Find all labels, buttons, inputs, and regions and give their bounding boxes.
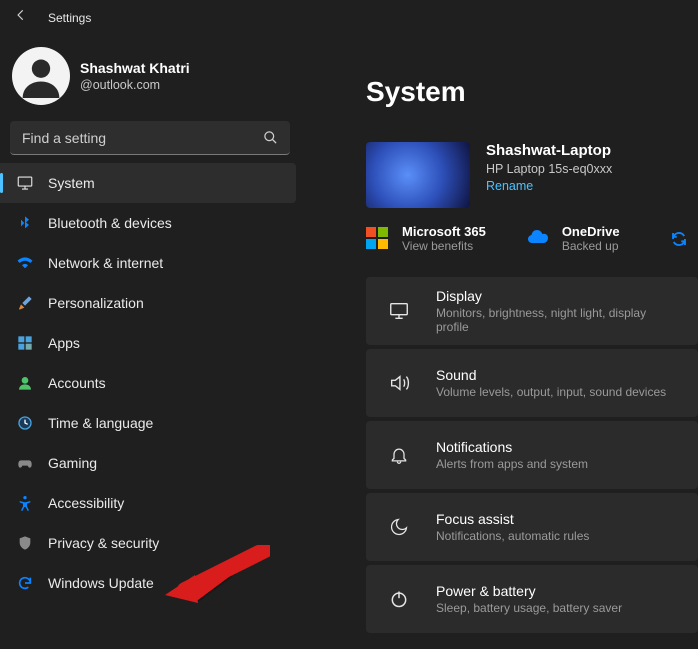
account-title: OneDrive	[562, 224, 620, 239]
wifi-icon	[16, 254, 34, 272]
search-box[interactable]	[10, 121, 290, 155]
card-sub: Notifications, automatic rules	[436, 529, 589, 543]
card-title: Notifications	[436, 439, 588, 455]
sidebar-item-apps[interactable]: Apps	[4, 323, 296, 363]
card-sub: Sleep, battery usage, battery saver	[436, 601, 622, 615]
system-icon	[16, 174, 34, 192]
sidebar-item-privacy[interactable]: Privacy & security	[4, 523, 296, 563]
avatar	[12, 47, 70, 105]
moon-icon	[388, 516, 410, 538]
sidebar-item-label: Apps	[48, 335, 80, 351]
search-icon	[263, 130, 278, 145]
card-sub: Monitors, brightness, night light, displ…	[436, 306, 676, 334]
sidebar-item-label: Accounts	[48, 375, 106, 391]
profile-email: @outlook.com	[80, 78, 190, 92]
setting-display[interactable]: Display Monitors, brightness, night light…	[366, 277, 698, 345]
sidebar-nav: System Bluetooth & devices Network & int…	[0, 163, 300, 603]
profile-name: Shashwat Khatri	[80, 60, 190, 76]
update-icon	[16, 574, 34, 592]
sidebar-item-accessibility[interactable]: Accessibility	[4, 483, 296, 523]
account-icon	[16, 374, 34, 392]
accounts-row: Microsoft 365 View benefits OneDrive Bac…	[366, 224, 698, 253]
sidebar-item-label: Accessibility	[48, 495, 124, 511]
back-icon[interactable]	[14, 8, 28, 27]
sidebar-item-label: Personalization	[48, 295, 144, 311]
device-model: HP Laptop 15s-eq0xxx	[486, 162, 612, 176]
device-block: Shashwat-Laptop HP Laptop 15s-eq0xxx Ren…	[366, 142, 698, 208]
sidebar-item-gaming[interactable]: Gaming	[4, 443, 296, 483]
account-onedrive[interactable]: OneDrive Backed up	[526, 224, 620, 253]
apps-icon	[16, 334, 34, 352]
card-sub: Volume levels, output, input, sound devi…	[436, 385, 666, 399]
settings-list: Display Monitors, brightness, night light…	[366, 277, 698, 633]
sidebar-item-accounts[interactable]: Accounts	[4, 363, 296, 403]
sidebar-item-system[interactable]: System	[0, 163, 296, 203]
display-icon	[388, 300, 410, 322]
device-thumbnail	[366, 142, 470, 208]
account-microsoft365[interactable]: Microsoft 365 View benefits	[366, 224, 486, 253]
sidebar-item-label: Time & language	[48, 415, 153, 431]
sync-icon[interactable]	[670, 230, 688, 248]
brush-icon	[16, 294, 34, 312]
sidebar-item-bluetooth[interactable]: Bluetooth & devices	[4, 203, 296, 243]
search-input[interactable]	[22, 130, 263, 146]
setting-notifications[interactable]: Notifications Alerts from apps and system	[366, 421, 698, 489]
setting-focus-assist[interactable]: Focus assist Notifications, automatic rul…	[366, 493, 698, 561]
setting-sound[interactable]: Sound Volume levels, output, input, sound…	[366, 349, 698, 417]
bluetooth-icon	[16, 214, 34, 232]
sidebar-item-label: Gaming	[48, 455, 97, 471]
sidebar-item-windows-update[interactable]: Windows Update	[4, 563, 296, 603]
account-sub: View benefits	[402, 239, 486, 253]
onedrive-icon	[526, 227, 550, 251]
card-title: Focus assist	[436, 511, 589, 527]
sidebar-item-label: Network & internet	[48, 255, 163, 271]
microsoft-logo-icon	[366, 227, 390, 251]
device-name: Shashwat-Laptop	[486, 142, 612, 159]
rename-link[interactable]: Rename	[486, 179, 612, 193]
sidebar-item-network[interactable]: Network & internet	[4, 243, 296, 283]
card-title: Power & battery	[436, 583, 622, 599]
clock-icon	[16, 414, 34, 432]
card-title: Display	[436, 288, 676, 304]
page-title: System	[366, 76, 698, 108]
setting-power-battery[interactable]: Power & battery Sleep, battery usage, bat…	[366, 565, 698, 633]
sidebar-item-time-language[interactable]: Time & language	[4, 403, 296, 443]
card-sub: Alerts from apps and system	[436, 457, 588, 471]
sound-icon	[388, 372, 410, 394]
sidebar-item-label: Windows Update	[48, 575, 154, 591]
sidebar-item-label: Bluetooth & devices	[48, 215, 172, 231]
shield-icon	[16, 534, 34, 552]
account-title: Microsoft 365	[402, 224, 486, 239]
profile-block[interactable]: Shashwat Khatri @outlook.com	[0, 31, 300, 115]
sidebar-item-label: System	[48, 175, 95, 191]
card-title: Sound	[436, 367, 666, 383]
sidebar-item-label: Privacy & security	[48, 535, 159, 551]
power-icon	[388, 588, 410, 610]
sidebar-item-personalization[interactable]: Personalization	[4, 283, 296, 323]
game-icon	[16, 454, 34, 472]
accessibility-icon	[16, 494, 34, 512]
window-title: Settings	[48, 11, 91, 25]
account-sub: Backed up	[562, 239, 620, 253]
bell-icon	[388, 444, 410, 466]
